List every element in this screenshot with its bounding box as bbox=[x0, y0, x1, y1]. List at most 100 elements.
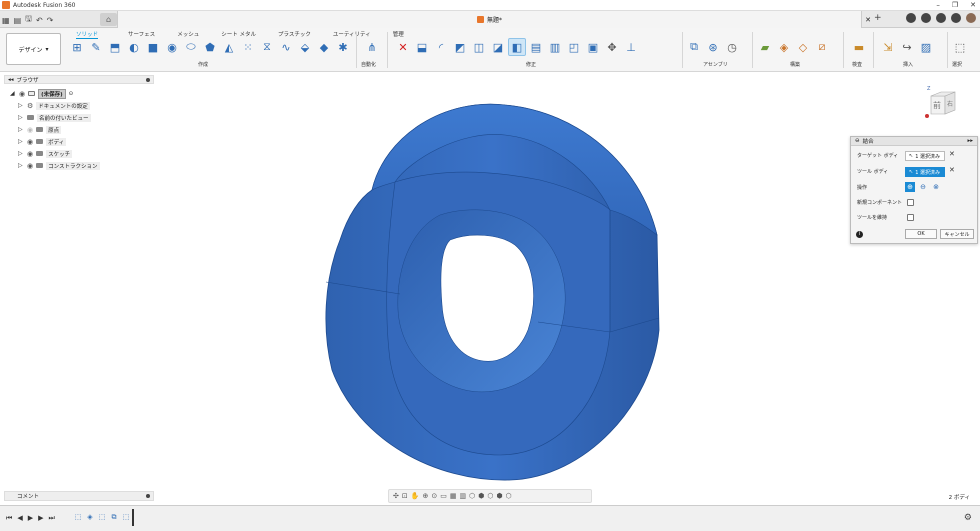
fillet-icon[interactable]: ◜ bbox=[433, 39, 449, 55]
info-icon[interactable]: i bbox=[856, 231, 863, 238]
expand-dialog-icon[interactable]: ▸▸ bbox=[967, 138, 973, 144]
group-construct[interactable]: 構築 bbox=[790, 61, 800, 68]
tab-utilities[interactable]: ユーティリティ bbox=[333, 30, 371, 39]
maximize-icon[interactable]: ❐ bbox=[952, 1, 958, 9]
pipe-icon[interactable]: ⬭ bbox=[183, 39, 199, 55]
play-icon[interactable]: ▶ bbox=[28, 514, 33, 523]
document-tab[interactable]: 無題* ✕ bbox=[117, 11, 871, 28]
operation-join-icon[interactable]: ⊕ bbox=[905, 182, 915, 192]
chamfer-icon[interactable]: ◩ bbox=[452, 39, 468, 55]
emboss-icon[interactable]: ⬙ bbox=[297, 39, 313, 55]
press-pull-icon[interactable]: ⬓ bbox=[414, 39, 430, 55]
motion-link-icon[interactable]: ◷ bbox=[724, 39, 740, 55]
go-to-start-icon[interactable]: ⏮ bbox=[6, 514, 12, 523]
viewports-icon[interactable]: ▥ bbox=[459, 492, 466, 500]
clear-target-icon[interactable]: ✕ bbox=[949, 150, 955, 158]
align-icon[interactable]: ⊥ bbox=[623, 39, 639, 55]
select-icon[interactable]: ⬚ bbox=[952, 39, 968, 55]
insert-derive-file-icon[interactable]: ⇲ bbox=[880, 39, 896, 55]
notifications-icon[interactable] bbox=[936, 13, 946, 23]
timeline-combine-icon[interactable]: ⬚ bbox=[121, 512, 131, 522]
plane-at-angle-icon[interactable]: ◈ bbox=[776, 39, 792, 55]
grid-icon[interactable]: ▦ bbox=[450, 492, 457, 500]
view-cube-3-icon[interactable]: ⬡ bbox=[487, 492, 493, 500]
group-modify[interactable]: 修正 bbox=[526, 61, 536, 68]
group-assemble[interactable]: アセンブリ bbox=[703, 61, 728, 68]
shell-icon[interactable]: ◫ bbox=[471, 39, 487, 55]
tab-solid[interactable]: ソリッド bbox=[76, 30, 99, 39]
offset-plane-icon[interactable]: ▰ bbox=[757, 39, 773, 55]
orbit-icon[interactable]: ✣ bbox=[393, 492, 399, 500]
app-grid-icon[interactable]: ▦ bbox=[2, 16, 10, 25]
group-select[interactable]: 選択 bbox=[952, 61, 962, 68]
tab-plastic[interactable]: プラスチック bbox=[278, 30, 311, 39]
split-body-icon[interactable]: ▥ bbox=[547, 39, 563, 55]
comments-panel-header[interactable]: コメント bbox=[4, 491, 154, 501]
coil-icon[interactable]: ∿ bbox=[278, 39, 294, 55]
extrude-icon[interactable]: ⬒ bbox=[107, 39, 123, 55]
view-cube[interactable]: Z 前 右 bbox=[921, 84, 959, 122]
sheet-icon[interactable]: ◆ bbox=[316, 39, 332, 55]
operation-intersect-icon[interactable]: ⊗ bbox=[931, 182, 941, 192]
midplane-icon[interactable]: ⧄ bbox=[814, 39, 830, 55]
keep-tools-checkbox[interactable] bbox=[907, 214, 914, 221]
new-component-icon[interactable]: ⧉ bbox=[686, 39, 702, 55]
timeline-settings-icon[interactable]: ⚙ bbox=[964, 513, 972, 523]
view-cube-4-icon[interactable]: ⬢ bbox=[496, 492, 502, 500]
combine-icon[interactable]: ◧ bbox=[508, 38, 526, 56]
loft-icon[interactable]: ⬟ bbox=[202, 39, 218, 55]
panel-pin-icon[interactable] bbox=[146, 494, 150, 498]
timeline-sketch-icon[interactable]: ⬚ bbox=[73, 512, 83, 522]
group-inspect[interactable]: 検査 bbox=[852, 61, 862, 68]
look-at-icon[interactable]: ⊡ bbox=[402, 492, 408, 500]
split-face-icon[interactable]: ▤ bbox=[528, 39, 544, 55]
viewcube-front-label[interactable]: 前 bbox=[933, 100, 941, 110]
draft-icon[interactable]: ◪ bbox=[490, 39, 506, 55]
undo-icon[interactable]: ↶ bbox=[36, 16, 43, 25]
hole-icon[interactable]: ◉ bbox=[164, 39, 180, 55]
box-icon[interactable]: ■ bbox=[145, 39, 161, 55]
mirror-icon[interactable]: ⧖ bbox=[259, 39, 275, 55]
clear-tool-icon[interactable]: ✕ bbox=[949, 166, 955, 174]
tangent-plane-icon[interactable]: ◇ bbox=[795, 39, 811, 55]
timeline-sketch-icon[interactable]: ⬚ bbox=[97, 512, 107, 522]
tab-surface[interactable]: サーフェス bbox=[128, 30, 155, 39]
display-settings-icon[interactable]: ▭ bbox=[440, 492, 447, 500]
workspace-switcher[interactable]: デザイン ▾ bbox=[6, 33, 61, 65]
minimize-icon[interactable]: – bbox=[936, 1, 940, 9]
viewcube-right-label[interactable]: 右 bbox=[947, 100, 953, 108]
close-tab-icon[interactable]: ✕ bbox=[865, 16, 871, 24]
fit-icon[interactable]: ⊙ bbox=[431, 492, 437, 500]
automate-icon[interactable]: ⋔ bbox=[364, 39, 380, 55]
viewcube-home-icon[interactable] bbox=[925, 114, 929, 118]
help-icon[interactable] bbox=[951, 13, 961, 23]
create-form-icon[interactable]: ✎ bbox=[88, 39, 104, 55]
model-body[interactable] bbox=[325, 103, 660, 481]
job-status-icon[interactable] bbox=[921, 13, 931, 23]
tab-manage[interactable]: 管理 bbox=[393, 30, 404, 39]
insert-canvas-icon[interactable]: ▨ bbox=[918, 39, 934, 55]
dialog-collapse-icon[interactable]: ⊖ bbox=[855, 138, 860, 144]
extensions-icon[interactable] bbox=[906, 13, 916, 23]
cancel-modify-icon[interactable]: ✕ bbox=[395, 39, 411, 55]
user-avatar[interactable] bbox=[966, 13, 976, 23]
view-cube-1-icon[interactable]: ⬡ bbox=[469, 492, 475, 500]
home-icon[interactable]: ⌂ bbox=[100, 13, 117, 26]
cancel-button[interactable]: キャンセル bbox=[940, 229, 974, 239]
save-icon[interactable]: 🖫 bbox=[25, 13, 32, 27]
move-copy-icon[interactable]: ✥ bbox=[604, 39, 620, 55]
step-back-icon[interactable]: ◀ bbox=[17, 514, 22, 523]
timeline-form-icon[interactable]: ◈ bbox=[85, 512, 95, 522]
joint-icon[interactable]: ⊛ bbox=[705, 39, 721, 55]
tab-sheet-metal[interactable]: シート メタル bbox=[221, 30, 256, 39]
go-to-end-icon[interactable]: ⏭ bbox=[48, 514, 54, 523]
redo-icon[interactable]: ↷ bbox=[47, 16, 54, 25]
group-insert[interactable]: 挿入 bbox=[903, 61, 913, 68]
tab-mesh[interactable]: メッシュ bbox=[177, 30, 199, 39]
timeline-marker[interactable] bbox=[132, 509, 134, 526]
replace-face-icon[interactable]: ▣ bbox=[585, 39, 601, 55]
pattern-icon[interactable]: ⁙ bbox=[240, 39, 256, 55]
pan-icon[interactable]: ✋ bbox=[411, 492, 420, 500]
target-body-selector[interactable]: ↖ 1 選択済み bbox=[905, 151, 945, 161]
measure-icon[interactable]: ▬ bbox=[851, 39, 867, 55]
